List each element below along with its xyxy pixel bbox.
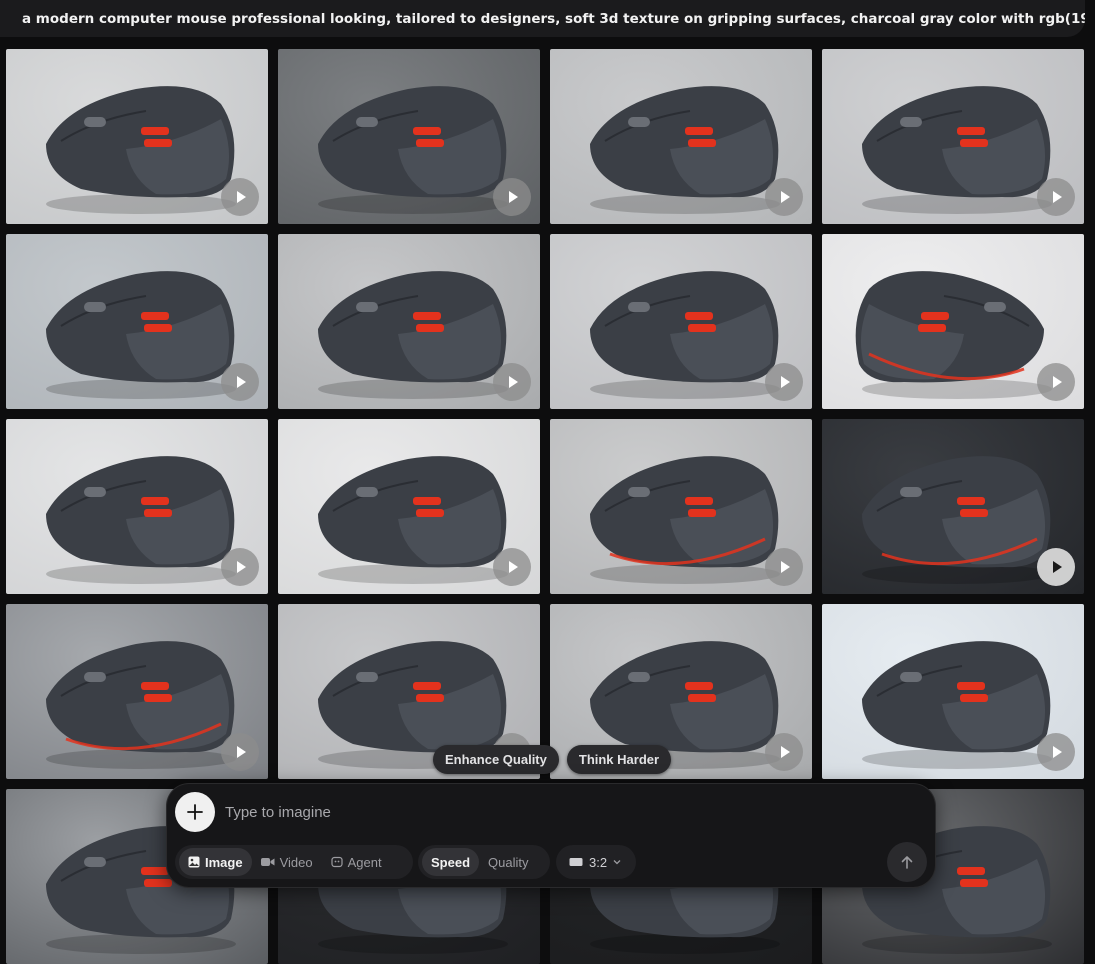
chevron-down-icon: [613, 860, 621, 865]
play-icon: [1053, 376, 1062, 388]
generated-image-tile[interactable]: [278, 234, 540, 409]
prompt-composer: Image Video Agent Speed Quality 3:2: [167, 784, 935, 887]
play-button[interactable]: [765, 733, 803, 771]
plus-icon: [187, 804, 203, 820]
mode-video-label: Video: [279, 854, 313, 870]
play-button[interactable]: [221, 733, 259, 771]
add-attachment-button[interactable]: [175, 792, 215, 832]
generated-image-tile[interactable]: [822, 604, 1084, 779]
play-button[interactable]: [1037, 363, 1075, 401]
mode-agent-label: Agent: [347, 854, 382, 870]
play-icon: [781, 376, 790, 388]
play-button[interactable]: [765, 178, 803, 216]
play-button[interactable]: [493, 363, 531, 401]
generated-image-tile[interactable]: [550, 49, 812, 224]
play-button[interactable]: [765, 548, 803, 586]
play-button[interactable]: [1037, 178, 1075, 216]
arrow-up-icon: [901, 856, 913, 869]
play-icon: [509, 191, 518, 203]
play-icon: [237, 191, 246, 203]
mode-video-tab[interactable]: Video: [252, 848, 322, 876]
aspect-ratio-dropdown[interactable]: 3:2: [556, 845, 636, 879]
generated-image-tile[interactable]: [6, 49, 268, 224]
play-button[interactable]: [221, 363, 259, 401]
play-icon: [781, 746, 790, 758]
mode-image-tab[interactable]: Image: [179, 848, 252, 876]
prompt-text: a modern computer mouse professional loo…: [0, 0, 1085, 37]
generated-image-tile[interactable]: [278, 419, 540, 594]
enhance-quality-chip[interactable]: Enhance Quality: [433, 745, 559, 774]
play-icon: [781, 191, 790, 203]
generated-image-tile[interactable]: [6, 419, 268, 594]
play-icon: [509, 376, 518, 388]
think-harder-chip[interactable]: Think Harder: [566, 745, 672, 774]
mode-selector: Image Video Agent: [175, 845, 413, 879]
suggestion-chips: Enhance Quality Think Harder: [433, 745, 672, 774]
generated-image-tile[interactable]: [6, 604, 268, 779]
quality-option[interactable]: Quality: [479, 848, 537, 876]
play-icon: [1053, 746, 1062, 758]
prompt-input[interactable]: [223, 798, 847, 826]
generated-image-tile[interactable]: [550, 234, 812, 409]
play-icon: [781, 561, 790, 573]
mode-image-label: Image: [205, 854, 243, 870]
mode-agent-tab[interactable]: Agent: [322, 848, 391, 876]
generated-image-tile[interactable]: [822, 234, 1084, 409]
play-button[interactable]: [221, 548, 259, 586]
generated-image-tile[interactable]: [822, 49, 1084, 224]
play-icon: [237, 376, 246, 388]
speed-option[interactable]: Speed: [422, 848, 480, 876]
play-icon: [237, 746, 246, 758]
generated-image-tile[interactable]: [550, 419, 812, 594]
generated-image-tile[interactable]: [6, 234, 268, 409]
image-icon: [188, 856, 200, 868]
send-button[interactable]: [887, 842, 927, 882]
play-button[interactable]: [1037, 548, 1075, 586]
play-button[interactable]: [221, 178, 259, 216]
play-button[interactable]: [1037, 733, 1075, 771]
aspect-ratio-label: 3:2: [589, 854, 608, 870]
play-button[interactable]: [493, 178, 531, 216]
video-icon: [260, 858, 275, 866]
aspect-ratio-icon: [569, 858, 583, 866]
speed-quality-selector: Speed Quality: [418, 845, 550, 879]
play-button[interactable]: [493, 548, 531, 586]
play-icon: [1053, 561, 1062, 573]
generated-image-tile[interactable]: [278, 49, 540, 224]
image-grid: [6, 49, 1084, 964]
play-icon: [237, 561, 246, 573]
play-icon: [509, 561, 518, 573]
play-icon: [1053, 191, 1062, 203]
agent-icon: [330, 856, 343, 868]
play-button[interactable]: [765, 363, 803, 401]
aspect-ratio-value: 3:2: [560, 848, 630, 876]
generated-image-tile[interactable]: [822, 419, 1084, 594]
